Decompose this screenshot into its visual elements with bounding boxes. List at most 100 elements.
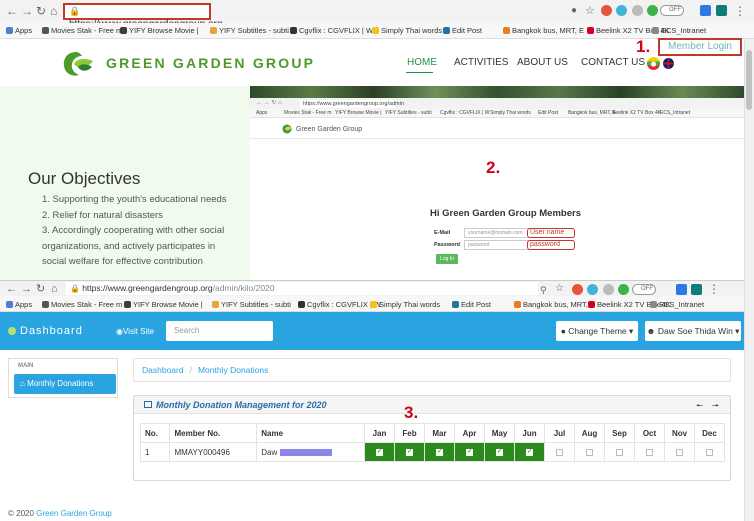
visit-site-link[interactable]: ◉Visit Site bbox=[116, 327, 154, 336]
extension-download-icon[interactable] bbox=[618, 284, 629, 295]
bookmark-item[interactable]: Bangkok bus, MRT, E bbox=[503, 25, 584, 36]
bookmark-item[interactable]: Simply Thai words bbox=[370, 299, 440, 310]
bookmark-star-icon[interactable]: ☆ bbox=[585, 4, 595, 18]
menu-activities[interactable]: ACTIVITIES bbox=[454, 57, 508, 68]
member-login-button[interactable]: Member Login bbox=[658, 38, 742, 56]
extension-headphones-icon[interactable] bbox=[616, 5, 627, 16]
bookmark-item[interactable]: Bangkok bus, MRT, E bbox=[514, 299, 595, 310]
bookmark-item[interactable]: Edit Post bbox=[452, 299, 491, 310]
user-menu-dropdown[interactable]: ☻ Daw Soe Thida Win ▾ bbox=[645, 321, 741, 341]
bookmark-favicon-icon bbox=[6, 27, 13, 34]
bookmark-item[interactable]: YIFY Browse Movie | bbox=[124, 299, 203, 310]
page-scrollbar[interactable] bbox=[744, 39, 754, 521]
change-theme-label: Change Theme ▾ bbox=[568, 326, 634, 336]
menu-home[interactable]: HOME bbox=[407, 57, 437, 68]
dashboard-brand[interactable]: Dashboard bbox=[20, 325, 83, 337]
month-cell bbox=[634, 442, 665, 462]
bookmark-item[interactable]: Cgvflix : CGVFLIX | W bbox=[290, 25, 373, 36]
home-icon[interactable]: ⌂ bbox=[51, 282, 58, 296]
extension-red-icon[interactable] bbox=[601, 5, 612, 16]
bookmark-favicon-icon bbox=[452, 301, 459, 308]
extension-blue-icon[interactable] bbox=[676, 284, 687, 295]
bookmark-item[interactable]: Apps bbox=[6, 299, 32, 310]
month-checkbox[interactable] bbox=[526, 447, 533, 456]
mini-bookmark-item: Simply Thai words bbox=[490, 110, 531, 116]
login-button[interactable]: Log In bbox=[436, 254, 458, 264]
reload-icon[interactable]: ↻ bbox=[36, 4, 46, 18]
breadcrumb-dashboard[interactable]: Dashboard bbox=[142, 365, 184, 375]
extension-headphones-icon[interactable] bbox=[587, 284, 598, 295]
bookmark-item[interactable]: Simply Thai words bbox=[372, 25, 442, 36]
month-checkbox[interactable] bbox=[706, 448, 713, 456]
bookmark-item[interactable]: YIFY Subtitles - subti bbox=[212, 299, 291, 310]
column-header: Oct bbox=[634, 423, 665, 443]
breadcrumb-monthly-donations[interactable]: Monthly Donations bbox=[198, 365, 268, 375]
forward-icon[interactable]: → bbox=[21, 282, 32, 296]
extension-download-icon[interactable] bbox=[647, 5, 658, 16]
extension-off-toggle[interactable]: OFF bbox=[660, 5, 684, 16]
uk-flag-icon[interactable] bbox=[662, 57, 675, 70]
month-checkbox[interactable] bbox=[376, 447, 383, 456]
bookmark-item[interactable]: Cgvflix : CGVFLIX | W bbox=[298, 299, 381, 310]
month-checkbox[interactable] bbox=[406, 447, 413, 456]
bookmark-item[interactable]: Edit Post bbox=[443, 25, 482, 36]
month-checkbox[interactable] bbox=[646, 448, 653, 456]
mini-address-bar[interactable]: https://www.greengardengroup.org/admin bbox=[300, 100, 404, 108]
dashboard-search-input[interactable]: Search bbox=[166, 321, 273, 341]
extension-teal-icon[interactable] bbox=[716, 5, 727, 16]
menu-contact-us[interactable]: CONTACT US bbox=[581, 57, 645, 68]
bookmark-item[interactable]: ECS_Intranet bbox=[652, 25, 706, 36]
menu-about-us[interactable]: ABOUT US bbox=[517, 57, 568, 68]
column-header: Name bbox=[256, 423, 365, 443]
bookmark-item[interactable]: Movies Stak - Free m bbox=[42, 25, 122, 36]
scrollbar-thumb[interactable] bbox=[746, 50, 752, 110]
month-checkbox[interactable] bbox=[676, 448, 683, 456]
extension-off-toggle[interactable]: OFF bbox=[632, 284, 656, 295]
bookmark-item[interactable]: Movies Stak - Free m bbox=[42, 299, 122, 310]
extension-red-icon[interactable] bbox=[572, 284, 583, 295]
extension-gray-icon[interactable] bbox=[603, 284, 614, 295]
mini-bookmark-item: Beelink X2 TV Box 4K bbox=[612, 110, 662, 116]
objective-item: 2. Relief for natural disasters bbox=[42, 210, 163, 221]
extension-teal-icon[interactable] bbox=[691, 284, 702, 295]
browser-menu-icon[interactable]: ⋮ bbox=[734, 4, 746, 18]
change-theme-dropdown[interactable]: ● Change Theme ▾ bbox=[556, 321, 638, 341]
sidebar-item-monthly-donations[interactable]: ⌂ Monthly Donations bbox=[14, 374, 116, 394]
month-checkbox[interactable] bbox=[616, 448, 623, 456]
extension-g-icon[interactable]: ● bbox=[571, 4, 577, 18]
back-icon[interactable]: ← bbox=[6, 4, 18, 18]
extension-gray-icon[interactable] bbox=[632, 5, 643, 16]
member-name: Daw bbox=[261, 447, 278, 457]
key-icon[interactable]: ⚲ bbox=[540, 283, 547, 297]
month-checkbox[interactable] bbox=[466, 447, 473, 456]
mini-logo-icon bbox=[282, 124, 292, 134]
myanmar-flag-icon[interactable] bbox=[647, 57, 660, 70]
month-cell bbox=[544, 442, 575, 462]
month-checkbox[interactable] bbox=[556, 448, 563, 456]
mini-bookmark-item: Cgvflix : CGVFLIX | W bbox=[440, 110, 490, 116]
address-bar[interactable]: 🔒https://www.greengardengroup.org bbox=[63, 3, 222, 30]
forward-icon[interactable]: → bbox=[21, 4, 33, 18]
bookmark-item[interactable]: YIFY Browse Movie | bbox=[120, 25, 199, 36]
bookmark-favicon-icon bbox=[42, 301, 49, 308]
month-cell bbox=[454, 442, 485, 462]
second-address-bar[interactable]: 🔒 https://www.greengardengroup.org/admin… bbox=[66, 282, 538, 295]
previous-year-arrow-icon[interactable]: 🠔 bbox=[696, 400, 703, 414]
bookmark-item[interactable]: YIFY Subtitles - subti bbox=[210, 25, 289, 36]
reload-icon[interactable]: ↻ bbox=[36, 282, 45, 296]
next-year-arrow-icon[interactable]: 🠖 bbox=[712, 400, 719, 414]
row-number: 1 bbox=[139, 442, 171, 462]
home-icon[interactable]: ⌂ bbox=[50, 4, 57, 18]
bookmark-star-icon[interactable]: ☆ bbox=[555, 282, 564, 296]
bookmark-label: Apps bbox=[15, 300, 33, 309]
extension-blue-icon[interactable] bbox=[700, 5, 711, 16]
month-checkbox[interactable] bbox=[586, 448, 593, 456]
bookmark-item[interactable]: Apps bbox=[6, 25, 32, 36]
month-checkbox[interactable] bbox=[496, 447, 503, 456]
browser-menu-icon[interactable]: ⋮ bbox=[708, 282, 720, 296]
bookmark-item[interactable]: ECS_Intranet bbox=[650, 299, 704, 310]
back-icon[interactable]: ← bbox=[6, 282, 17, 296]
footer-link[interactable]: Green Garden Group bbox=[36, 509, 112, 518]
bookmark-label: Movies Stak - Free m bbox=[51, 300, 123, 309]
month-checkbox[interactable] bbox=[436, 447, 443, 456]
